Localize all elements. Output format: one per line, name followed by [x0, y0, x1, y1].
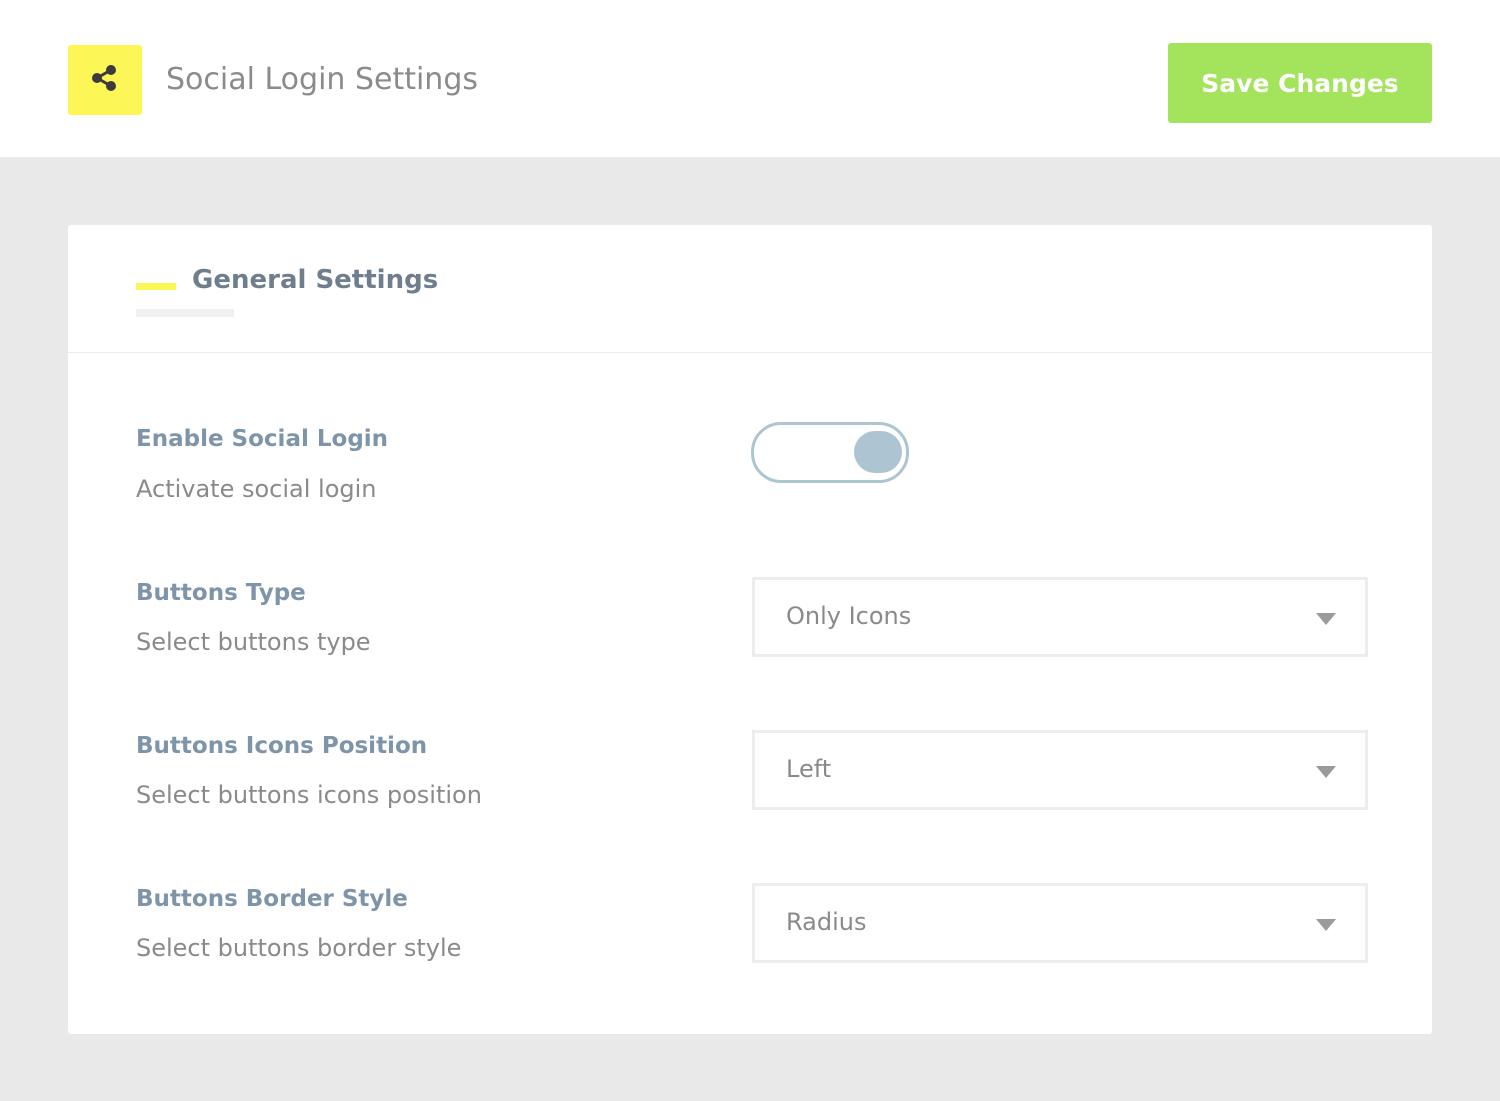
tab-underline — [136, 309, 234, 317]
app-logo — [68, 45, 142, 115]
buttons-type-select[interactable]: Only Icons — [752, 577, 1368, 657]
enable-social-login-description: Activate social login — [136, 475, 377, 503]
settings-card: General Settings Enable Social Login Act… — [68, 225, 1432, 1034]
page-title: Social Login Settings — [166, 62, 478, 97]
buttons-icons-position-value: Left — [786, 755, 832, 783]
share-icon — [90, 63, 120, 97]
tab-general-settings[interactable]: General Settings — [192, 261, 438, 299]
buttons-type-label: Buttons Type — [136, 580, 306, 606]
buttons-icons-position-description: Select buttons icons position — [136, 781, 482, 809]
buttons-icons-position-select[interactable]: Left — [752, 730, 1368, 810]
buttons-icons-position-label: Buttons Icons Position — [136, 733, 428, 759]
chevron-down-icon — [1316, 766, 1336, 778]
buttons-border-style-label: Buttons Border Style — [136, 886, 408, 912]
chevron-down-icon — [1316, 613, 1336, 625]
top-bar: Social Login Settings Save Changes — [0, 0, 1500, 157]
save-changes-button[interactable]: Save Changes — [1168, 43, 1432, 123]
buttons-type-description: Select buttons type — [136, 628, 371, 656]
buttons-border-style-value: Radius — [786, 908, 867, 936]
buttons-border-style-select[interactable]: Radius — [752, 883, 1368, 963]
chevron-down-icon — [1316, 919, 1336, 931]
enable-social-login-label: Enable Social Login — [136, 426, 389, 452]
buttons-type-value: Only Icons — [786, 602, 912, 630]
buttons-border-style-description: Select buttons border style — [136, 934, 462, 962]
section-accent-bar — [136, 283, 176, 290]
toggle-knob — [854, 431, 902, 473]
enable-social-login-toggle[interactable] — [751, 422, 909, 483]
section-header: General Settings — [68, 225, 1432, 353]
